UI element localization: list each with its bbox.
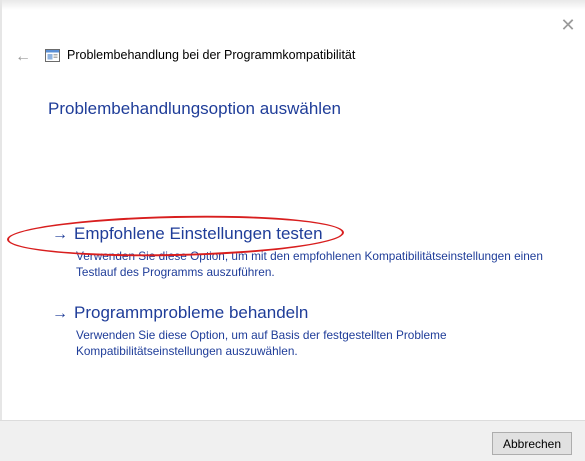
close-icon[interactable]: ✕ — [557, 14, 579, 36]
cancel-button[interactable]: Abbrechen — [492, 432, 572, 455]
option-description: Verwenden Sie diese Option, um mit den e… — [76, 249, 543, 279]
window-top-shadow — [0, 0, 585, 10]
option-troubleshoot-program[interactable]: → Programmprobleme behandeln Verwenden Si… — [52, 302, 572, 359]
program-compatibility-icon — [45, 49, 60, 62]
option-title-text[interactable]: Programmprobleme behandeln — [74, 303, 308, 322]
option-title[interactable]: → Programmprobleme behandeln — [52, 302, 572, 325]
option-title[interactable]: → Empfohlene Einstellungen testen — [52, 223, 572, 246]
back-arrow-icon[interactable]: ← — [14, 48, 32, 66]
page-heading: Problembehandlungsoption auswählen — [48, 99, 341, 118]
option-description: Verwenden Sie diese Option, um auf Basis… — [76, 328, 447, 358]
footer-bar: Abbrechen — [0, 420, 585, 461]
window-title: Problembehandlung bei der Programmkompat… — [67, 48, 356, 62]
right-arrow-icon: → — [52, 305, 68, 322]
troubleshooter-window: ✕ ← Problembehandlung bei der Programmko… — [0, 0, 585, 461]
option-recommended-settings[interactable]: → Empfohlene Einstellungen testen Verwend… — [52, 223, 572, 280]
right-arrow-icon: → — [52, 226, 68, 243]
option-title-text[interactable]: Empfohlene Einstellungen testen — [74, 224, 323, 243]
window-left-edge — [0, 0, 2, 460]
